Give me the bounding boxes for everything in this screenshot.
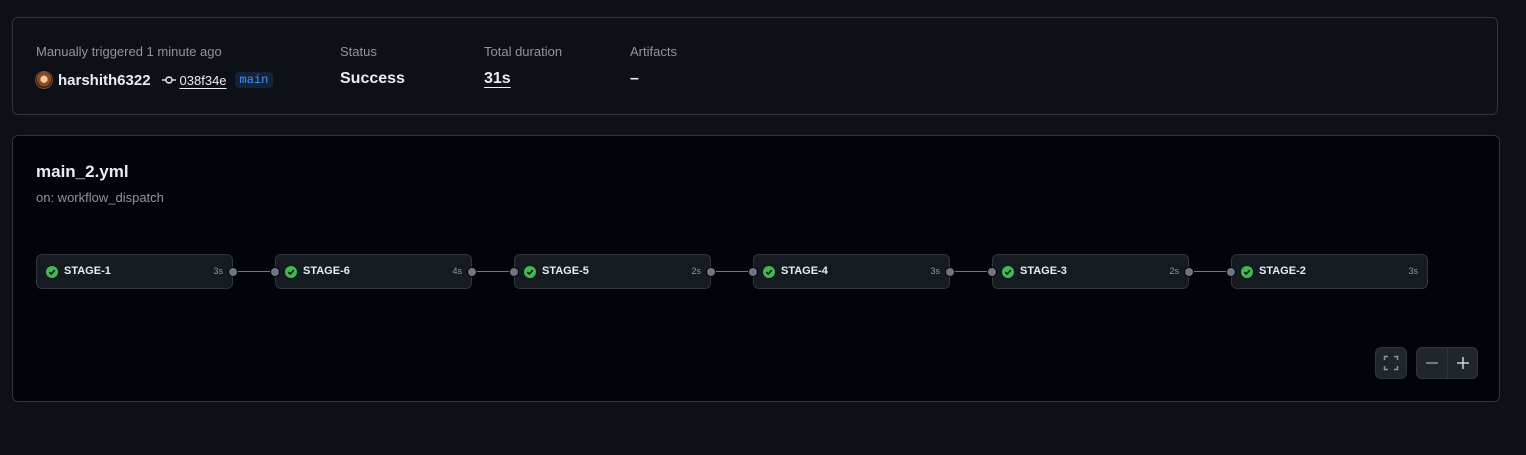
job-stage-5[interactable]: STAGE-5 2s [514,254,711,289]
job-name: STAGE-4 [781,265,828,277]
success-check-icon [524,266,536,278]
job-duration: 3s [213,266,223,276]
username-link[interactable]: harshith6322 [58,72,151,89]
duration-link[interactable]: 31s [484,70,511,88]
workflow-file-name: main_2.yml [36,162,129,181]
zoom-controls [1416,347,1478,379]
job-name: STAGE-6 [303,265,350,277]
job-stage-2[interactable]: STAGE-2 3s [1231,254,1428,289]
plus-icon [1457,357,1469,369]
git-commit-icon [161,76,176,84]
workflow-graph[interactable]: main_2.yml on: workflow_dispatch STAGE-1… [12,135,1500,402]
job-input-port [748,267,758,277]
success-check-icon [1002,266,1014,278]
artifacts-value: – [630,70,639,87]
job-output-port [1184,267,1194,277]
minus-icon [1426,362,1438,364]
job-stage-3[interactable]: STAGE-3 2s [992,254,1189,289]
job-stage-6[interactable]: STAGE-6 4s [275,254,472,289]
status-label: Status [340,44,377,59]
status-value: Success [340,70,405,87]
job-duration: 3s [930,266,940,276]
job-input-port [987,267,997,277]
duration-label: Total duration [484,44,563,59]
success-check-icon [1241,266,1253,278]
job-duration: 3s [1408,266,1418,276]
job-name: STAGE-1 [64,265,111,277]
success-check-icon [46,266,58,278]
artifacts-label: Artifacts [630,44,677,59]
job-stage-1[interactable]: STAGE-1 3s [36,254,233,289]
job-input-port [270,267,280,277]
fullscreen-icon [1383,355,1399,371]
job-stage-4[interactable]: STAGE-4 3s [753,254,950,289]
trigger-info: harshith6322 038f34e main [35,71,274,89]
job-name: STAGE-5 [542,265,589,277]
trigger-label: Manually triggered 1 minute ago [36,44,222,59]
success-check-icon [285,266,297,278]
job-input-port [1226,267,1236,277]
job-duration: 2s [691,266,701,276]
run-summary: Manually triggered 1 minute ago harshith… [12,17,1498,115]
job-input-port [509,267,519,277]
success-check-icon [763,266,775,278]
job-duration: 2s [1169,266,1179,276]
job-output-port [228,267,238,277]
zoom-in-button[interactable] [1448,348,1478,378]
branch-badge[interactable]: main [234,72,274,88]
commit-sha-link[interactable]: 038f34e [180,73,227,88]
job-output-port [467,267,477,277]
zoom-out-button[interactable] [1417,348,1448,378]
avatar[interactable] [35,71,53,89]
job-duration: 4s [452,266,462,276]
fullscreen-button[interactable] [1375,347,1407,379]
job-output-port [945,267,955,277]
job-name: STAGE-2 [1259,265,1306,277]
job-output-port [706,267,716,277]
job-name: STAGE-3 [1020,265,1067,277]
workflow-trigger: on: workflow_dispatch [36,190,164,205]
